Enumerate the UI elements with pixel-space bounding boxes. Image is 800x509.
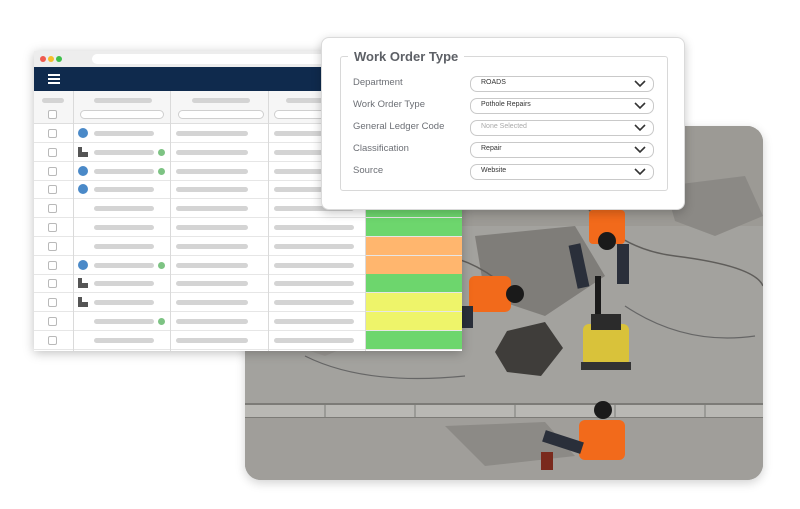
row-checkbox[interactable]: [48, 241, 57, 251]
cell-text: [94, 243, 154, 249]
status-dot-icon: [158, 167, 165, 175]
cell-text: [94, 319, 154, 324]
row-checkbox[interactable]: [48, 279, 57, 289]
cell-text: [176, 319, 248, 324]
building-icon: [78, 146, 88, 157]
cell-text: [176, 168, 248, 174]
cell-text: [274, 281, 354, 287]
cell-text: [274, 262, 354, 268]
building-icon: [78, 297, 88, 308]
cell-text: [274, 319, 354, 324]
row-checkbox[interactable]: [48, 260, 57, 270]
cell-text: [176, 281, 248, 287]
column-divider: [73, 91, 74, 351]
field-label: Department: [353, 77, 403, 88]
row-checkbox[interactable]: [48, 185, 57, 195]
cell-text: [274, 225, 354, 230]
cell-text: [94, 206, 154, 212]
cell-text: [274, 243, 354, 249]
cell-text: [94, 168, 154, 174]
chevron-down-icon[interactable]: [634, 167, 646, 176]
cell-text: [176, 131, 248, 136]
header-label: [192, 98, 250, 103]
row-checkbox[interactable]: [48, 204, 57, 214]
cell-text: [176, 149, 248, 155]
status-color-cell: [365, 274, 462, 293]
cell-text: [94, 187, 154, 193]
status-color-cell: [365, 218, 462, 236]
cell-text: [274, 300, 354, 306]
header-label: [42, 98, 64, 103]
status-color-cell: [365, 255, 462, 274]
header-label: [94, 98, 152, 103]
row-checkbox[interactable]: [48, 147, 57, 157]
row-checkbox[interactable]: [48, 166, 57, 176]
field-value: Pothole Repairs: [481, 101, 531, 108]
row-checkbox[interactable]: [48, 223, 57, 232]
chevron-down-icon[interactable]: [634, 101, 646, 110]
chevron-down-icon[interactable]: [634, 79, 646, 88]
column-filter[interactable]: [178, 110, 264, 119]
field-label: Classification: [353, 143, 409, 154]
blue-circle-icon: [78, 128, 88, 138]
column-divider: [170, 91, 171, 351]
row-checkbox[interactable]: [48, 129, 57, 138]
status-dot-icon: [158, 318, 165, 325]
status-dot-icon: [158, 261, 165, 269]
column-filter[interactable]: [80, 110, 164, 119]
field-value: None Selected: [481, 123, 527, 130]
field-label: Work Order Type: [353, 99, 425, 110]
field-select[interactable]: Repair: [470, 142, 654, 158]
status-color-cell: [365, 312, 462, 330]
building-icon: [78, 278, 88, 289]
cell-text: [94, 149, 154, 155]
status-color-cell: [365, 293, 462, 312]
field-value: Website: [481, 167, 507, 174]
cell-text: [176, 206, 248, 212]
status-dot-icon: [158, 148, 165, 156]
select-all-checkbox[interactable]: [48, 110, 57, 119]
column-divider: [268, 91, 269, 351]
cell-text: [176, 225, 248, 230]
cell-text: [94, 300, 154, 306]
maximize-window-icon[interactable]: [56, 56, 62, 62]
chevron-down-icon[interactable]: [634, 145, 646, 154]
cell-text: [176, 243, 248, 249]
field-select[interactable]: None Selected: [470, 120, 654, 136]
header-label: [286, 98, 326, 103]
cell-text: [94, 225, 154, 230]
panel-title: Work Order Type: [348, 49, 465, 64]
status-color-cell: [365, 330, 462, 349]
cell-text: [94, 262, 154, 268]
cell-text: [176, 300, 248, 306]
field-select[interactable]: Website: [470, 164, 654, 180]
cell-text: [94, 337, 154, 343]
field-value: ROADS: [481, 79, 506, 86]
blue-circle-icon: [78, 165, 88, 176]
row-checkbox[interactable]: [48, 335, 57, 345]
chevron-down-icon[interactable]: [634, 123, 646, 132]
close-window-icon[interactable]: [40, 56, 46, 62]
cell-text: [94, 281, 154, 287]
field-label: General Ledger Code: [353, 121, 445, 132]
cell-text: [94, 131, 154, 136]
field-select[interactable]: Pothole Repairs: [470, 98, 654, 114]
field-select[interactable]: ROADS: [470, 76, 654, 92]
field-label: Source: [353, 165, 384, 176]
blue-circle-icon: [78, 259, 88, 270]
cell-text: [274, 337, 354, 343]
minimize-window-icon[interactable]: [48, 56, 54, 62]
row-checkbox[interactable]: [48, 317, 57, 326]
work-order-type-panel: Work Order Type Department ROADS Work Orde…: [321, 37, 685, 210]
cell-text: [176, 337, 248, 343]
row-checkbox[interactable]: [48, 298, 57, 308]
status-color-cell: [365, 236, 462, 255]
hamburger-icon[interactable]: [48, 74, 60, 84]
field-value: Repair: [481, 145, 502, 152]
cell-text: [176, 187, 248, 193]
cell-text: [176, 262, 248, 268]
